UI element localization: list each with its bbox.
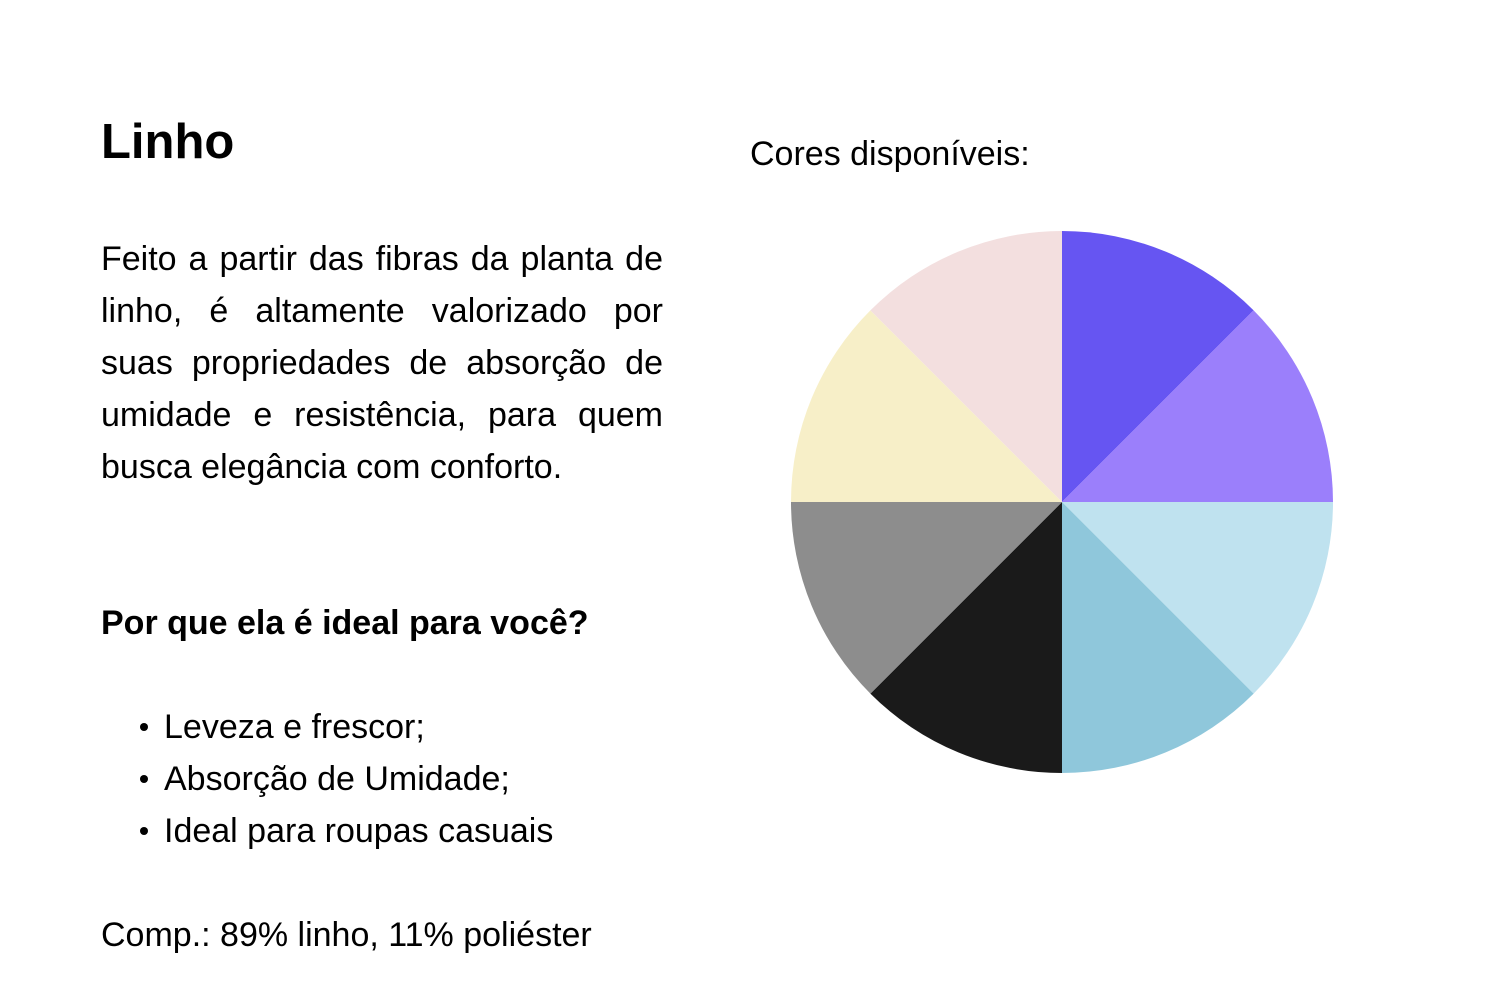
- benefit-text: Absorção de Umidade;: [164, 760, 510, 798]
- color-swatch-wheel: [791, 231, 1333, 773]
- benefit-text: Ideal para roupas casuais: [164, 812, 554, 850]
- bullet-icon: [140, 827, 148, 835]
- list-item: Ideal para roupas casuais: [101, 805, 553, 857]
- fabric-description: Feito a partir das fibras da planta de l…: [101, 240, 663, 486]
- list-item: Absorção de Umidade;: [101, 753, 553, 805]
- benefits-heading: Por que ela é ideal para você?: [101, 604, 589, 642]
- composition-text: Comp.: 89% linho, 11% poliéster: [101, 916, 592, 954]
- page-title: Linho: [101, 115, 235, 169]
- list-item: Leveza e frescor;: [101, 701, 553, 753]
- bullet-icon: [140, 723, 148, 731]
- colors-label: Cores disponíveis:: [750, 135, 1030, 173]
- benefits-list: Leveza e frescor; Absorção de Umidade; I…: [101, 701, 553, 857]
- benefit-text: Leveza e frescor;: [164, 708, 425, 746]
- bullet-icon: [140, 775, 148, 783]
